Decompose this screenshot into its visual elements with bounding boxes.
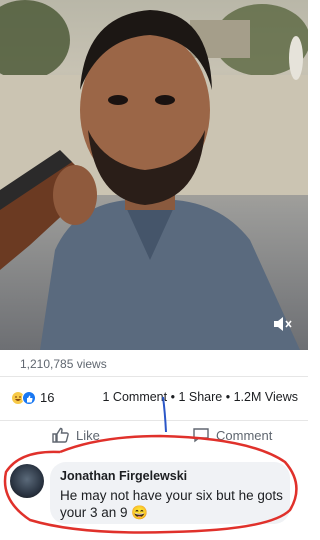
video-frame xyxy=(0,0,308,350)
engagement-stats: 1 Comment • 1 Share • 1.2M Views xyxy=(103,390,299,404)
comment-bubble: Jonathan Firgelewski He may not have you… xyxy=(50,462,290,524)
post-actions-row: Like Comment xyxy=(0,420,308,453)
comment-button[interactable]: Comment xyxy=(192,427,272,443)
like-label: Like xyxy=(76,427,100,443)
views-row: 1,210,785 views xyxy=(0,350,308,377)
comment-label: Comment xyxy=(216,427,273,443)
share-count-link[interactable]: 1 Share xyxy=(178,390,222,404)
video-player[interactable] xyxy=(0,0,308,350)
view-count-short: 1.2M Views xyxy=(233,390,298,404)
like-icon xyxy=(22,391,36,405)
like-button[interactable]: Like xyxy=(52,427,100,443)
comment-count-link[interactable]: 1 Comment xyxy=(103,390,168,404)
separator: • xyxy=(225,390,231,404)
comment-text: He may not have your six but he gots you… xyxy=(60,488,283,520)
reaction-stats-row: 16 1 Comment • 1 Share • 1.2M Views xyxy=(0,384,308,412)
comment-author[interactable]: Jonathan Firgelewski xyxy=(60,469,187,483)
comment-icon xyxy=(193,428,209,443)
thumbs-up-icon xyxy=(52,427,69,443)
volume-mute-icon[interactable] xyxy=(272,314,294,334)
comment-item: Jonathan Firgelewski He may not have you… xyxy=(0,458,308,540)
commenter-avatar[interactable] xyxy=(10,464,44,498)
separator: • xyxy=(170,390,175,404)
view-count: 1,210,785 views xyxy=(20,357,107,371)
reaction-count[interactable]: 16 xyxy=(40,390,54,405)
